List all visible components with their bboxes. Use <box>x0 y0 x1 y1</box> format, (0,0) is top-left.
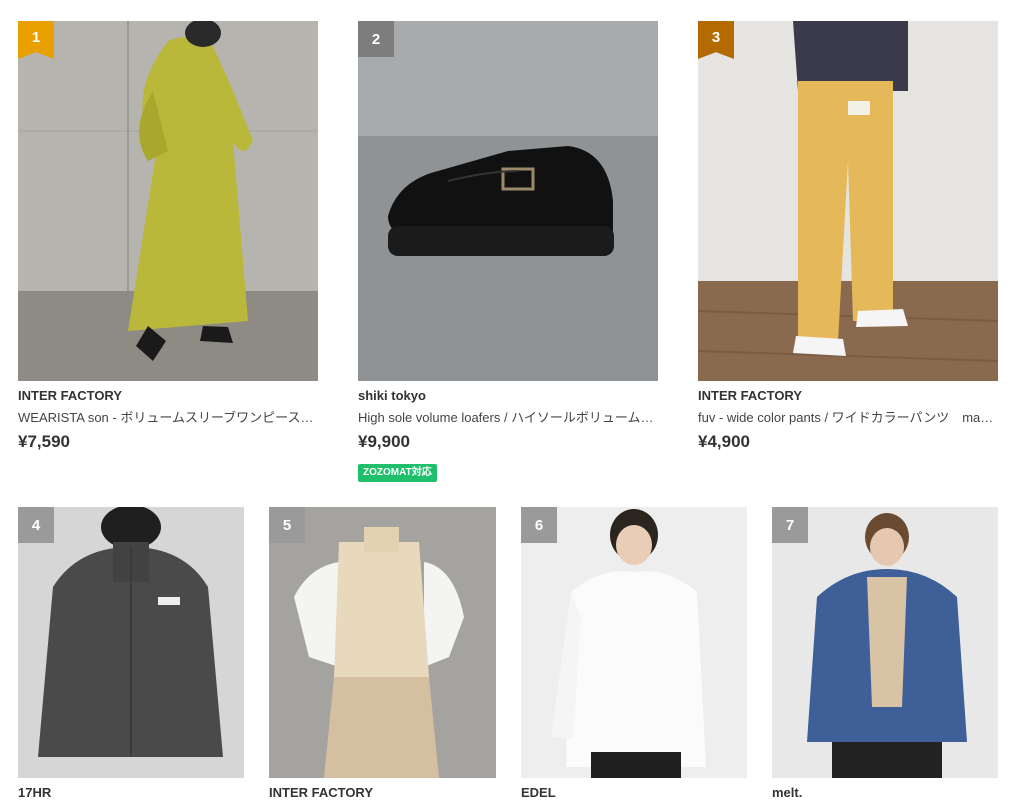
zozomat-tag: ZOZOMAT対応 <box>358 464 437 482</box>
brand-name[interactable]: melt. <box>772 785 998 801</box>
rank-badge: 4 <box>18 507 54 543</box>
product-card-3[interactable]: 3 INTER FACTORY fuv - wide color pants /… <box>698 21 998 452</box>
product-card-2[interactable]: 2 shiki tokyo High sole volume loafers /… <box>358 21 658 482</box>
product-card-6[interactable]: 6 EDEL <box>521 507 747 801</box>
white-shirt-photo <box>521 507 747 778</box>
product-image-3[interactable]: 3 <box>698 21 998 381</box>
brand-name[interactable]: INTER FACTORY <box>269 785 496 801</box>
product-card-4[interactable]: 4 17HR <box>18 507 244 801</box>
rank-badge: 6 <box>521 507 557 543</box>
product-card-7[interactable]: 7 melt. <box>772 507 998 801</box>
product-image-5[interactable]: 5 <box>269 507 496 778</box>
rank-badge: 7 <box>772 507 808 543</box>
product-image-7[interactable]: 7 <box>772 507 998 778</box>
product-card-1[interactable]: 1 INTER FACTORY WEARISTA son - ボリュームスリーブ… <box>18 21 318 452</box>
product-price: ¥4,900 <box>698 432 750 451</box>
knit-vest-photo <box>269 507 496 778</box>
product-title[interactable]: WEARISTA son - ボリュームスリーブワンピース … <box>18 410 318 426</box>
rank-badge: 2 <box>358 21 394 57</box>
loafer-photo <box>358 21 658 381</box>
rank-badge: 5 <box>269 507 305 543</box>
pants-photo <box>698 21 998 381</box>
product-card-5[interactable]: 5 INTER FACTORY <box>269 507 496 801</box>
fleece-jacket-photo <box>18 507 244 778</box>
cardigan-photo <box>772 507 998 778</box>
product-title[interactable]: fuv - wide color pants / ワイドカラーパンツ mad… <box>698 410 998 426</box>
product-image-4[interactable]: 4 <box>18 507 244 778</box>
product-price: ¥7,590 <box>18 432 70 451</box>
dress-photo <box>18 21 318 381</box>
brand-name[interactable]: INTER FACTORY <box>18 388 318 404</box>
brand-name[interactable]: 17HR <box>18 785 244 801</box>
brand-name[interactable]: EDEL <box>521 785 747 801</box>
product-price: ¥9,900 <box>358 432 410 451</box>
product-image-6[interactable]: 6 <box>521 507 747 778</box>
brand-name[interactable]: INTER FACTORY <box>698 388 998 404</box>
product-title[interactable]: High sole volume loafers / ハイソールボリューム… <box>358 410 658 426</box>
product-image-2[interactable]: 2 <box>358 21 658 381</box>
brand-name[interactable]: shiki tokyo <box>358 388 658 404</box>
product-image-1[interactable]: 1 <box>18 21 318 381</box>
